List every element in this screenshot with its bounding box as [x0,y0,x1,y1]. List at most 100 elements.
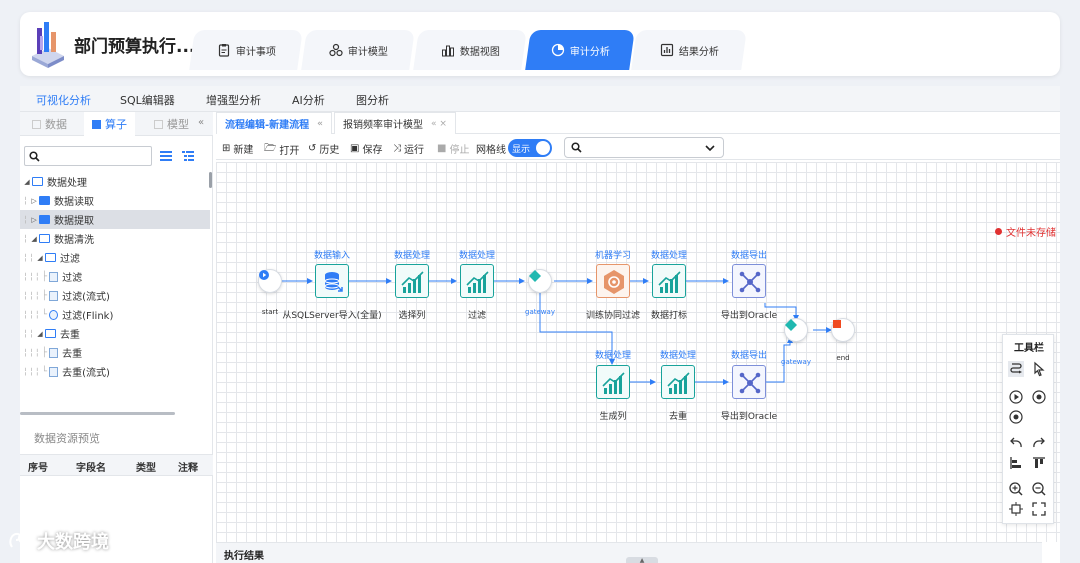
operator-file-icon [49,271,59,282]
tree-item-dedup-stream[interactable]: ¦ ¦ ¦ └ 去重(流式) [20,362,210,381]
nav-tab-result-analysis[interactable]: 结果分析 [631,30,747,70]
editor-tab-new-flow[interactable]: 流程编辑-新建流程 « [216,112,332,134]
folder-open-icon: 🗁 [264,143,277,154]
nav-tab-audit-items[interactable]: 审计事项 [189,30,303,70]
gateway-node[interactable] [784,318,808,342]
undo-icon[interactable] [1008,435,1024,451]
node-select-columns[interactable] [395,264,429,298]
node-generate-column[interactable] [596,365,630,399]
subtab-enhanced-analysis[interactable]: 增强型分析 [206,92,261,108]
subtab-ai-analysis[interactable]: AI分析 [292,92,325,108]
nav-tab-data-view[interactable]: 数据视图 [413,30,527,70]
machine-learning-icon [604,270,624,294]
zoom-in-icon[interactable] [1008,481,1024,497]
model-icon [328,43,343,57]
checkbox-checked-icon [92,119,101,129]
grid-label: 网格线 [476,145,506,156]
folder-icon [39,196,51,205]
operator-search-input[interactable] [24,146,152,166]
tree-item-label: 数据提取 [54,216,95,227]
node-label: 从SQLServer导入(全量) [282,311,382,321]
bar-chart-icon [441,45,454,57]
column-header: 序号 [28,463,48,474]
tree-scrollbar-vertical[interactable] [209,172,212,188]
fullscreen-icon[interactable] [1031,501,1047,517]
fit-center-icon[interactable] [1008,501,1024,517]
gateway-tool-icon[interactable] [1008,409,1024,425]
tree-item-label: 过滤(Flink) [62,311,114,322]
zoom-out-icon[interactable] [1031,481,1047,497]
node-sqlserver-import[interactable] [315,264,349,298]
node-export-oracle-2[interactable] [732,365,766,399]
tree-item-label: 过滤(流式) [62,292,110,303]
tree-view-icon[interactable] [182,150,194,162]
pointer-tool-icon[interactable] [1031,361,1047,377]
flow-canvas[interactable]: start 数据输入 从SQLServer导入(全量) 数据处理 选择列 数据处… [216,162,1060,542]
tree-item-dedup[interactable]: ¦ ¦ ¦ ├ 去重 [20,343,210,362]
end-tool-icon[interactable] [1031,389,1047,405]
report-icon [660,43,673,57]
nav-tab-audit-analysis[interactable]: 审计分析 [525,30,635,70]
gateway-node[interactable] [528,269,552,293]
button-label: 保存 [362,145,383,156]
tree-item-filter[interactable]: ¦ ¦ ¦ ├ 过滤 [20,267,210,286]
run-button[interactable]: ⤨ 运行 [393,141,424,156]
subtab-visual-analysis[interactable]: 可视化分析 [36,92,91,108]
tree-item-filter-group[interactable]: ¦ ¦ ◢ 过滤 [20,248,210,267]
node-train-cf[interactable] [596,264,630,298]
tree-item-data-processing[interactable]: ◢ 数据处理 [20,172,210,191]
chart-process-icon [602,372,625,394]
close-icon[interactable]: « × [431,119,447,129]
open-button[interactable]: 🗁 打开 [264,141,299,158]
left-tab-data[interactable]: 数据 [32,116,67,132]
flow-toolbar: ⊞ 新建 🗁 打开 ↺ 历史 ▣ 保存 ⤨ 运行 ■ 停止 网格线 显示 [216,136,1060,160]
history-button[interactable]: ↺ 历史 [308,141,339,156]
tree-item-filter-flink[interactable]: ¦ ¦ ¦ └ 过滤(Flink) [20,305,210,324]
node-category: 数据处理 [659,351,697,361]
new-button[interactable]: ⊞ 新建 [222,141,253,156]
end-node[interactable] [831,318,855,342]
align-left-icon[interactable] [1008,455,1024,471]
stop-button[interactable]: ■ 停止 [437,141,469,156]
tree-item-filter-stream[interactable]: ¦ ¦ ¦ ├ 过滤(流式) [20,286,210,305]
left-tab-label: 数据 [45,118,67,131]
left-tab-model[interactable]: 模型 [154,116,189,132]
chevron-down-icon [705,145,715,152]
nav-tab-audit-model[interactable]: 审计模型 [301,30,415,70]
list-view-icon[interactable] [160,150,172,162]
left-tabs: 数据 算子 模型 « [20,112,213,136]
button-label: 运行 [404,145,424,156]
subtab-sql-editor[interactable]: SQL编辑器 [120,92,175,108]
save-button[interactable]: ▣ 保存 [350,141,382,156]
node-search-select[interactable] [564,137,724,158]
subtab-graph-analysis[interactable]: 图分析 [356,92,389,108]
node-dedup[interactable] [661,365,695,399]
tree-item-data-cleaning[interactable]: ¦ ◢ 数据清洗 [20,229,210,248]
node-export-oracle-1[interactable] [732,264,766,298]
tree-item-dedup-group[interactable]: ¦ ¦ ◢ 去重 [20,324,210,343]
pin-icon[interactable]: « [317,119,323,129]
expand-results-handle[interactable]: ▲ [626,557,658,563]
redo-icon[interactable] [1031,435,1047,451]
start-node[interactable] [258,269,282,293]
tree-item-data-extract[interactable]: ¦ ▷ 数据提取 [20,210,210,229]
collapsed-triangle-icon: ▷ [31,215,37,224]
tree-item-data-read[interactable]: ¦ ▷ 数据读取 [20,191,210,210]
left-tab-operator[interactable]: 算子 [84,112,135,136]
grid-toggle[interactable]: 显示 [508,139,552,157]
start-tool-icon[interactable] [1008,389,1024,405]
tree-scrollbar-horizontal[interactable] [20,412,175,415]
tree-item-label: 数据处理 [47,178,87,189]
collapse-left-icon[interactable]: « [198,117,204,128]
node-category: 数据导出 [730,351,768,361]
stop-icon: ■ [437,143,447,154]
editor-tab-reimbursement-model[interactable]: 报销频率审计模型 « × [334,112,456,134]
folder-open-icon [44,253,56,262]
save-icon: ▣ [350,143,360,154]
connect-tool-icon[interactable] [1008,361,1024,377]
expanded-triangle-icon: ◢ [37,329,43,338]
node-data-tagging[interactable] [652,264,686,298]
clipboard-icon [218,44,229,57]
align-top-icon[interactable] [1031,455,1047,471]
node-filter[interactable] [460,264,494,298]
